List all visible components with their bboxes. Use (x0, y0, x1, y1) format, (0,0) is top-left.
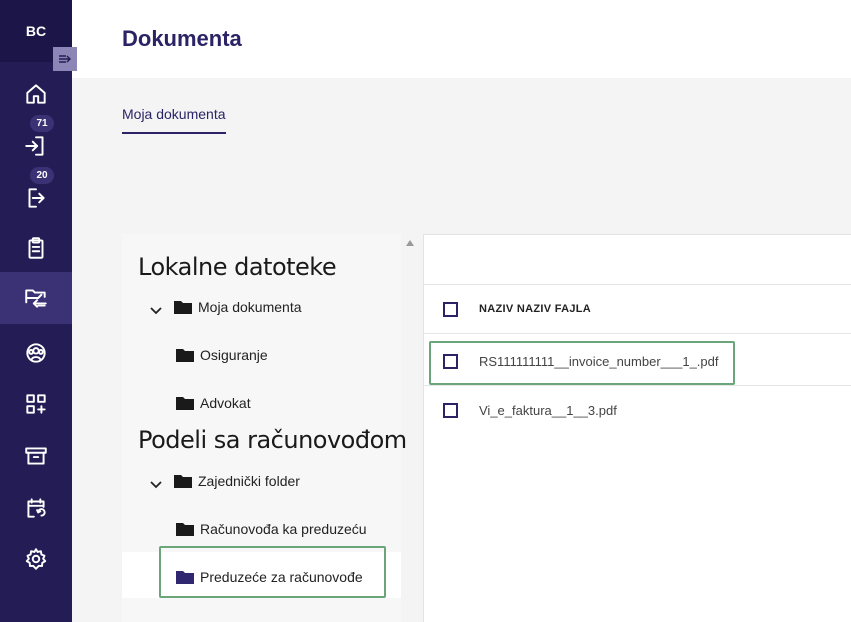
nav-documents[interactable] (0, 272, 72, 324)
nav-home[interactable] (0, 68, 72, 120)
row-checkbox[interactable] (443, 354, 458, 369)
home-icon (26, 84, 46, 104)
tree-item-label: Osiguranje (200, 347, 268, 363)
tree-item-osiguranje[interactable]: Osiguranje (176, 344, 268, 366)
file-name-link[interactable]: RS111111111__invoice_number___1_.pdf (479, 354, 718, 369)
folder-icon (176, 396, 194, 410)
nav-contacts[interactable] (0, 327, 72, 379)
archive-icon (25, 447, 47, 465)
nav-tasks[interactable] (0, 222, 72, 274)
section-title-shared: Podeli sa računovođom (138, 426, 407, 454)
scroll-up-arrow-icon[interactable] (406, 240, 414, 246)
sidebar: BC 71 20 (0, 0, 72, 622)
sidebar-collapse-button[interactable] (53, 47, 77, 71)
tree-item-racunovodja-ka-preduzecu[interactable]: Računovođa ka preduzeću (176, 518, 367, 540)
apps-add-icon (26, 394, 46, 414)
folder-icon (174, 474, 192, 488)
page-header: Dokumenta (72, 0, 851, 78)
tree-item-label: Računovođa ka preduzeću (200, 521, 367, 537)
section-title-local: Lokalne datoteke (138, 253, 337, 281)
tab-moja-dokumenta[interactable]: Moja dokumenta (122, 106, 226, 134)
tree-item-label: Zajednički folder (198, 473, 300, 489)
tree-item-moja-dokumenta[interactable]: Moja dokumenta (150, 296, 302, 318)
chevron-down-icon[interactable] (150, 302, 162, 315)
nav-settings[interactable] (0, 533, 72, 585)
settings-icon (25, 548, 47, 570)
tree-item-label: Advokat (200, 395, 251, 411)
outbound-count-badge: 20 (30, 167, 54, 184)
row-checkbox[interactable] (443, 403, 458, 418)
select-all-checkbox[interactable] (443, 302, 458, 317)
inbox-import-icon (25, 136, 44, 156)
inbound-count-badge: 71 (30, 115, 54, 132)
nav-apps[interactable] (0, 378, 72, 430)
file-name-link[interactable]: Vi_e_faktura__1__3.pdf (479, 403, 617, 418)
row-divider (423, 385, 851, 386)
folder-icon (176, 348, 194, 362)
tree-item-advokat[interactable]: Advokat (176, 392, 251, 414)
nav-calendar[interactable] (0, 482, 72, 534)
outbox-export-icon (28, 188, 45, 208)
calendar-sync-icon (27, 498, 46, 518)
tree-item-label: Preduzeće za računovođe (200, 569, 363, 585)
folder-icon (176, 522, 194, 536)
folder-icon (174, 300, 192, 314)
users-icon (26, 343, 46, 363)
column-header-file-name[interactable]: NAZIV NAZIV FAJLA (479, 303, 591, 315)
folder-transfer-icon (25, 289, 47, 308)
clipboard-icon (28, 237, 44, 259)
folder-icon (176, 570, 194, 584)
tree-item-zajednicki-folder[interactable]: Zajednički folder (150, 470, 300, 492)
chevron-down-icon[interactable] (150, 476, 162, 489)
expand-arrow-icon (59, 55, 71, 63)
page-title: Dokumenta (122, 26, 242, 51)
nav-archive[interactable] (0, 430, 72, 482)
tree-item-preduzece-za-racunovodje[interactable]: Preduzeće za računovođe (176, 566, 363, 588)
tree-item-label: Moja dokumenta (198, 299, 302, 315)
